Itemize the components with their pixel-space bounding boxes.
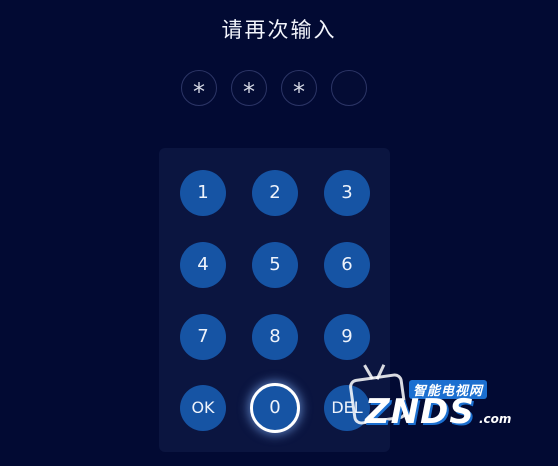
key-6[interactable]: 6 [324, 242, 370, 288]
key-3[interactable]: 3 [324, 170, 370, 216]
page-title: 请再次输入 [221, 18, 337, 42]
key-9[interactable]: 9 [324, 314, 370, 360]
key-7[interactable]: 7 [180, 314, 226, 360]
key-4[interactable]: 4 [180, 242, 226, 288]
pin-dot-4 [331, 70, 367, 106]
znds-watermark: 智能电视网 ZNDS .com [345, 362, 520, 442]
watermark-domain: .com [479, 412, 512, 426]
key-1[interactable]: 1 [180, 170, 226, 216]
watermark-logo: ZNDS [365, 392, 475, 432]
pin-dot-3: * [281, 70, 317, 106]
pin-indicator: * * * [181, 70, 371, 108]
key-0[interactable]: 0 [250, 383, 300, 433]
ok-button[interactable]: OK [180, 385, 226, 431]
pin-dot-2: * [231, 70, 267, 106]
key-2[interactable]: 2 [252, 170, 298, 216]
key-8[interactable]: 8 [252, 314, 298, 360]
key-5[interactable]: 5 [252, 242, 298, 288]
pin-dot-1: * [181, 70, 217, 106]
